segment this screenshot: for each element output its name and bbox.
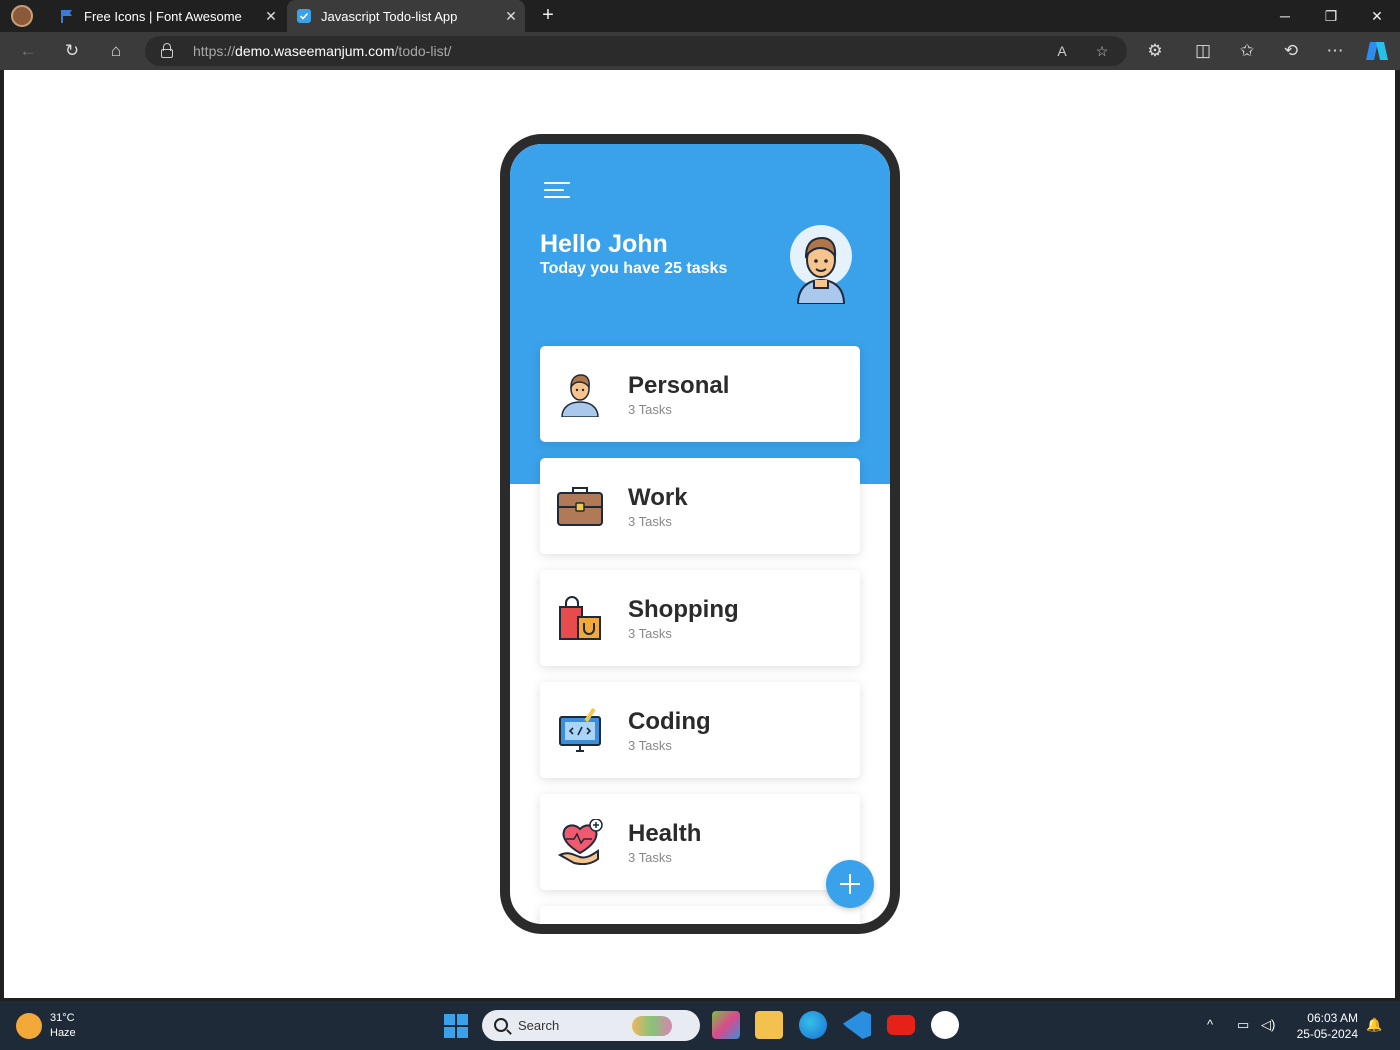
haze-sun-icon — [16, 1013, 42, 1039]
home-icon[interactable]: ⌂ — [103, 39, 129, 63]
refresh-icon[interactable]: ↻ — [59, 39, 85, 63]
checkbox-icon — [297, 9, 311, 23]
search-highlight-image — [632, 1016, 672, 1036]
network-icon[interactable]: ▭ — [1237, 1017, 1249, 1033]
file-explorer-icon[interactable] — [755, 1011, 783, 1039]
close-tab-icon[interactable]: ✕ — [257, 8, 285, 25]
category-task-count: 3 Tasks — [628, 402, 672, 417]
tab-title: Javascript Todo-list App — [321, 8, 458, 24]
category-card-partial[interactable] — [540, 906, 860, 924]
extensions-icon[interactable]: ⚙ — [1142, 39, 1168, 63]
category-card-personal[interactable]: Personal 3 Tasks — [540, 346, 860, 442]
category-name: Shopping — [628, 596, 739, 623]
minimize-button[interactable]: ─ — [1262, 0, 1308, 32]
search-placeholder: Search — [518, 1018, 560, 1033]
category-card-coding[interactable]: Coding 3 Tasks — [540, 682, 860, 778]
category-name: Personal — [628, 372, 730, 399]
category-task-count: 3 Tasks — [628, 850, 672, 865]
briefcase-icon — [557, 487, 603, 526]
address-bar[interactable]: https://demo.waseemanjum.com/todo-list/ … — [145, 36, 1127, 66]
category-name: Work — [628, 484, 688, 511]
profile-button[interactable] — [8, 4, 36, 28]
flag-icon — [61, 10, 72, 23]
tab-todo-app[interactable]: Javascript Todo-list App ✕ — [287, 0, 525, 32]
user-avatar-icon[interactable] — [786, 224, 856, 304]
category-card-shopping[interactable]: Shopping 3 Tasks — [540, 570, 860, 666]
category-name: Coding — [628, 708, 711, 735]
lock-icon[interactable] — [161, 43, 173, 58]
system-clock[interactable]: 06:03 AM 25-05-2024 — [1290, 1010, 1358, 1042]
read-aloud-icon[interactable]: A — [1052, 42, 1072, 60]
taskbar-search-box[interactable]: Search — [482, 1010, 700, 1041]
volume-icon[interactable]: ◁) — [1261, 1017, 1275, 1033]
split-screen-icon[interactable]: ◫ — [1190, 39, 1216, 63]
edge-browser-icon[interactable] — [799, 1011, 827, 1039]
more-options-icon[interactable]: ⋯ — [1322, 39, 1348, 63]
history-icon[interactable]: ⟲ — [1278, 39, 1304, 63]
weather-temperature: 31°C — [50, 1012, 75, 1024]
browser-tab-bar: Free Icons | Font Awesome ✕ Javascript T… — [0, 0, 1400, 32]
tab-title: Free Icons | Font Awesome — [84, 8, 242, 24]
person-icon — [561, 374, 599, 417]
close-window-button[interactable]: ✕ — [1354, 0, 1400, 32]
search-icon — [494, 1018, 508, 1032]
new-tab-button[interactable]: + — [536, 4, 560, 28]
copilot-icon[interactable] — [1364, 38, 1390, 64]
favorite-star-icon[interactable]: ☆ — [1092, 42, 1112, 60]
clock-time: 06:03 AM — [1307, 1011, 1358, 1025]
close-tab-icon[interactable]: ✕ — [497, 8, 525, 25]
category-name: Health — [628, 820, 702, 847]
weather-condition: Haze — [50, 1027, 76, 1039]
url-text[interactable]: https://demo.waseemanjum.com/todo-list/ — [193, 43, 451, 59]
back-arrow-icon[interactable]: ← — [15, 39, 41, 63]
windows-taskbar: 31°C Haze Search ^ ▭ ◁) 06:03 AM 25-05-2… — [0, 1001, 1400, 1050]
category-task-count: 3 Tasks — [628, 626, 672, 641]
copilot-preview-app-icon[interactable] — [712, 1011, 740, 1039]
greeting: Hello John — [540, 230, 668, 258]
phone-frame: Hello John Today you have 25 tasks Perso… — [500, 134, 900, 934]
coding-monitor-icon — [559, 707, 601, 752]
vscode-icon[interactable] — [843, 1011, 871, 1039]
category-list: Personal 3 Tasks Work 3 Tasks Shopping 3… — [540, 346, 860, 924]
tab-font-awesome[interactable]: Free Icons | Font Awesome ✕ — [50, 0, 285, 32]
health-heart-icon — [557, 819, 603, 865]
category-task-count: 3 Tasks — [628, 738, 672, 753]
category-task-count: 3 Tasks — [628, 514, 672, 529]
github-icon[interactable] — [931, 1011, 959, 1039]
category-card-health[interactable]: Health 3 Tasks — [540, 794, 860, 890]
weather-widget[interactable]: 31°C Haze — [16, 1011, 76, 1041]
web-page: Hello John Today you have 25 tasks Perso… — [4, 70, 1395, 998]
profile-avatar — [11, 5, 33, 27]
favorites-icon[interactable]: ✩ — [1234, 39, 1260, 63]
browser-toolbar: ← ↻ ⌂ https://demo.waseemanjum.com/todo-… — [0, 32, 1400, 70]
shopping-bags-icon — [559, 596, 601, 640]
category-card-work[interactable]: Work 3 Tasks — [540, 458, 860, 554]
windows-start-icon[interactable] — [444, 1014, 468, 1038]
add-category-button[interactable] — [826, 860, 874, 908]
youtube-icon[interactable] — [887, 1015, 915, 1035]
show-hidden-icons-chevron-icon[interactable]: ^ — [1207, 1017, 1213, 1032]
hamburger-menu-icon[interactable] — [544, 182, 570, 202]
task-summary: Today you have 25 tasks — [540, 260, 728, 277]
notification-bell-icon[interactable]: 🔔 — [1366, 1017, 1382, 1033]
restore-button[interactable]: ❐ — [1308, 0, 1354, 32]
clock-date: 25-05-2024 — [1296, 1027, 1358, 1041]
